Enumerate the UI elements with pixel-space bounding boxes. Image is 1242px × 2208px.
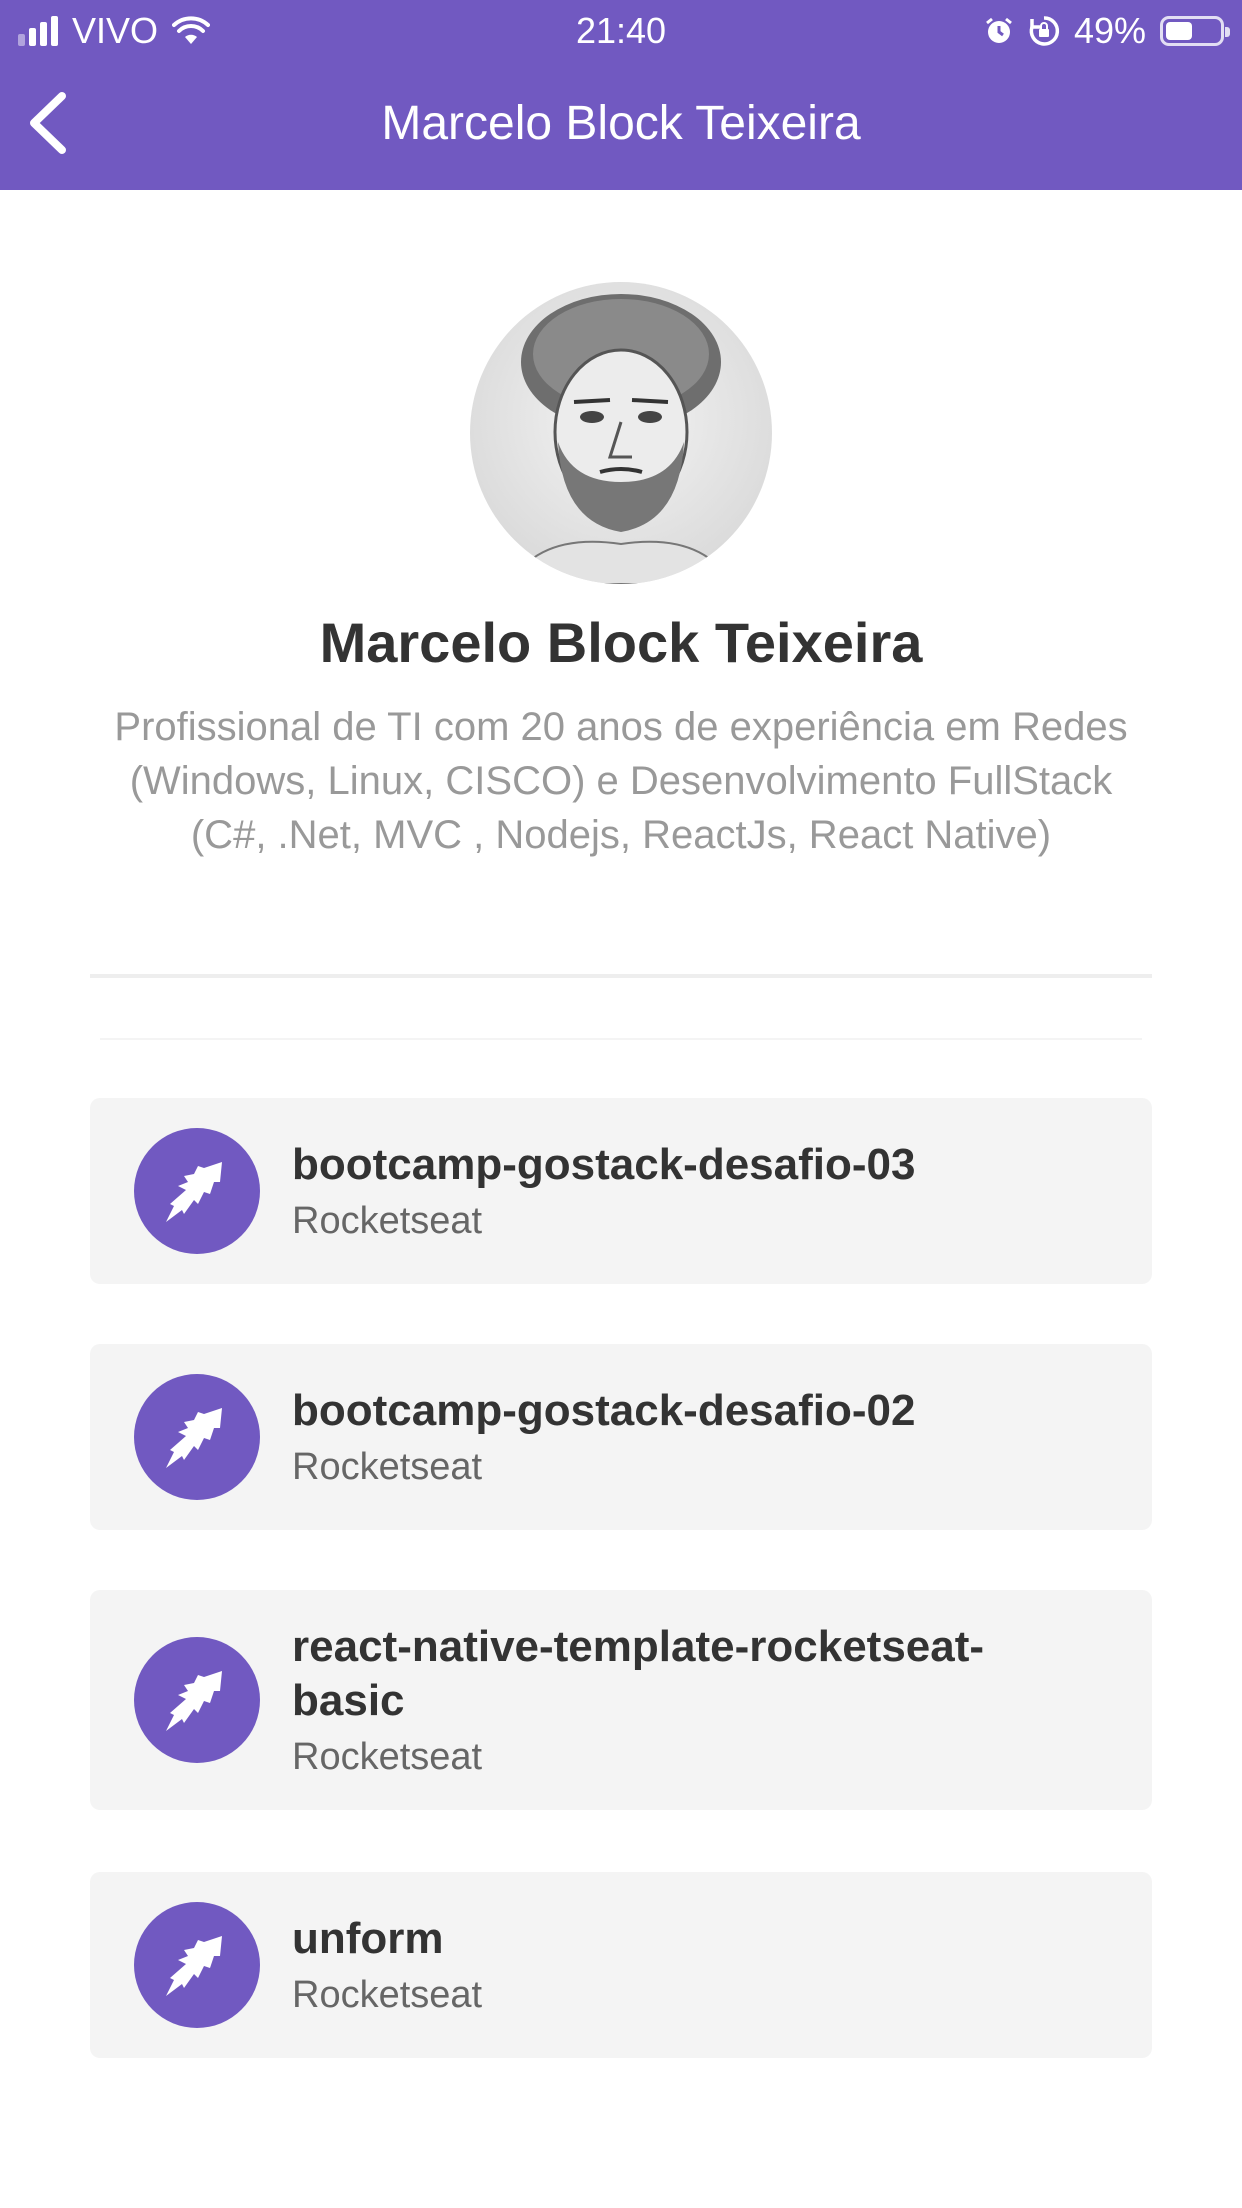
app-header: VIVO 21:40 49% Marcelo Block Teixeira	[0, 0, 1242, 190]
nav-bar: Marcelo Block Teixeira	[0, 60, 1242, 190]
header-title: Marcelo Block Teixeira	[381, 97, 861, 150]
repo-item[interactable]: bootcamp-gostack-desafio-02 Rocketseat	[90, 1344, 1152, 1530]
alarm-icon	[986, 17, 1012, 43]
profile-bio: Profissional de TI com 20 anos de experi…	[114, 705, 1128, 857]
repo-title: react-native-template-rocketseat-basic	[292, 1622, 985, 1725]
rocketseat-logo-icon	[134, 1902, 260, 2028]
repo-item[interactable]: react-native-template-rocketseat-basic R…	[90, 1590, 1152, 1810]
repo-title: bootcamp-gostack-desafio-02	[292, 1386, 916, 1435]
status-bar: VIVO 21:40 49%	[0, 0, 1242, 60]
rocketseat-logo-icon	[134, 1637, 260, 1763]
rocketseat-logo-icon	[134, 1374, 260, 1500]
battery-icon	[1160, 16, 1230, 46]
repo-author: Rocketseat	[292, 1736, 483, 1778]
rocketseat-logo-icon	[134, 1128, 260, 1254]
divider	[90, 974, 1152, 978]
repo-title: unform	[292, 1914, 444, 1963]
avatar	[470, 282, 772, 584]
repo-author: Rocketseat	[292, 1446, 483, 1488]
rotation-lock-icon	[1029, 16, 1060, 46]
repo-item[interactable]: bootcamp-gostack-desafio-03 Rocketseat	[90, 1098, 1152, 1284]
repo-item[interactable]: unform Rocketseat	[90, 1872, 1152, 2058]
repo-author: Rocketseat	[292, 1200, 483, 1242]
repo-title: bootcamp-gostack-desafio-03	[292, 1140, 916, 1189]
battery-percent: 49%	[1073, 10, 1146, 51]
profile-name: Marcelo Block Teixeira	[319, 611, 923, 674]
repo-author: Rocketseat	[292, 1974, 483, 2016]
divider	[100, 1038, 1142, 1040]
